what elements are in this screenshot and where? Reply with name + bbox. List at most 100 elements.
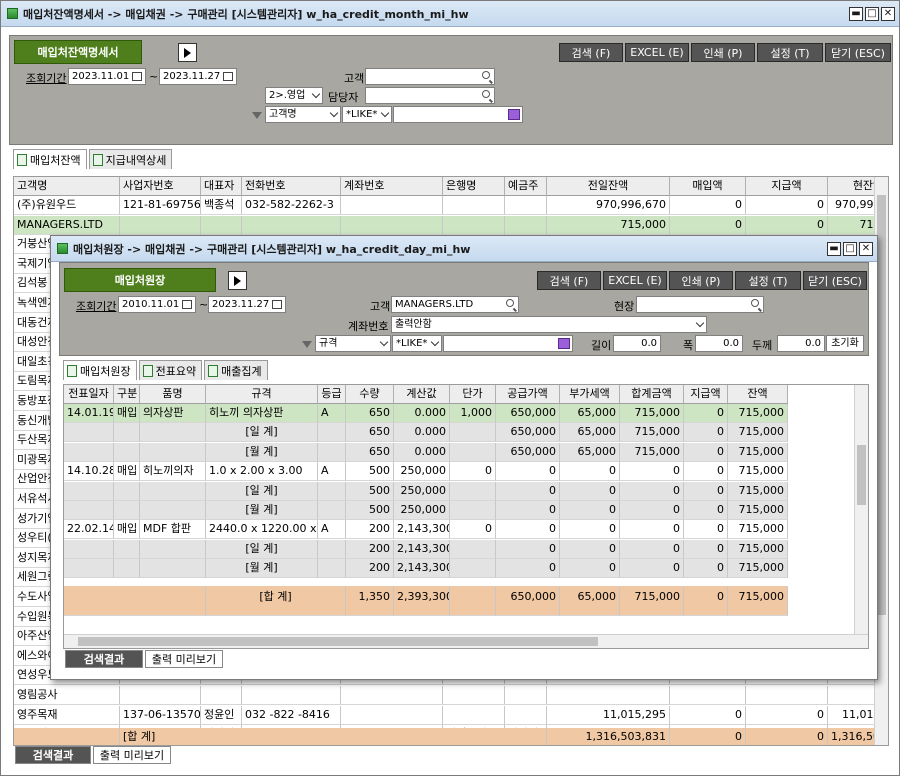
- width-input[interactable]: 0.0: [695, 335, 743, 352]
- table-cell: 0: [620, 520, 684, 540]
- close-button[interactable]: 닫기 (ESC): [803, 271, 867, 290]
- excel-button[interactable]: EXCEL (E): [625, 43, 689, 62]
- form-name-button[interactable]: 매입처잔액명세서: [14, 40, 142, 64]
- filter-icon[interactable]: [252, 112, 262, 119]
- calculator-icon[interactable]: [558, 338, 570, 349]
- filter-field-select[interactable]: 고객명: [265, 106, 341, 123]
- tab-ledger[interactable]: 매입처원장: [63, 360, 137, 380]
- table-cell: 650: [346, 423, 394, 443]
- table-cell: 0: [670, 196, 746, 215]
- date-from-input[interactable]: 2023.11.01: [68, 68, 146, 85]
- tab-balance[interactable]: 매입처잔액: [13, 149, 87, 169]
- scroll-thumb[interactable]: [857, 445, 866, 505]
- subtotal-row[interactable]: [일 계] 200 2,143,300 0 0 0 0 715,000: [64, 539, 788, 559]
- subtotal-row[interactable]: [월 계] 500 250,000 0 0 0 0 715,000: [64, 501, 788, 520]
- filter-value-input[interactable]: [443, 335, 573, 352]
- subtotal-row[interactable]: [월 계] 650 0.000 650,000 65,000 715,000 0 715,00…: [64, 442, 788, 462]
- tab-sales-summary[interactable]: 매출집계: [204, 360, 268, 380]
- table-row[interactable]: MANAGERS.LTD715,00000715,000: [14, 215, 888, 235]
- settings-button[interactable]: 설정 (T): [735, 271, 801, 290]
- tab-search-result[interactable]: 검색결과: [65, 650, 143, 668]
- search-button[interactable]: 검색 (F): [559, 43, 623, 62]
- reset-button[interactable]: 초기화: [826, 335, 864, 352]
- tab-voucher-summary[interactable]: 전표요약: [138, 360, 203, 380]
- table-cell: 0: [684, 559, 728, 579]
- table-row[interactable]: 22.02.14매입MDF 합판2440.0 x 1220.00 x 12A20…: [64, 520, 788, 540]
- form-name-button[interactable]: 매입처원장: [64, 268, 216, 292]
- filter-field-select[interactable]: 규격: [315, 335, 391, 352]
- table-cell: [450, 559, 496, 579]
- filter-op-select[interactable]: *LIKE*: [342, 106, 392, 123]
- calendar-icon[interactable]: [272, 300, 282, 309]
- tab-print-preview[interactable]: 출력 미리보기: [145, 650, 223, 668]
- subtotal-row[interactable]: [월 계] 200 2,143,300 0 0 0 0 715,000: [64, 559, 788, 579]
- main-search-panel: 매입처잔액명세서 검색 (F) EXCEL (E) 인쇄 (P) 설정 (T) …: [9, 35, 893, 145]
- table-row[interactable]: 영주목재 137-06-13570 정윤인 032 -822 -8416 11,015,…: [14, 705, 888, 725]
- table-cell: 0.000: [394, 404, 450, 423]
- tab-payment-detail[interactable]: 지급내역상세: [88, 149, 173, 169]
- maximize-icon[interactable]: □: [843, 241, 857, 256]
- table-row[interactable]: (주)유원우드 121-81-69756 백종석 032-582-2262-3 970,…: [14, 196, 888, 215]
- scroll-thumb[interactable]: [78, 637, 598, 646]
- account-label: 계좌번호: [348, 320, 389, 333]
- print-button[interactable]: 인쇄 (P): [691, 43, 755, 62]
- chevron-down-icon: [311, 89, 321, 99]
- table-row[interactable]: 14.10.28 매입 히노끼의자 1.0 x 2.00 x 3.00 A 500 250,…: [64, 462, 788, 482]
- calendar-icon[interactable]: [182, 300, 192, 309]
- calculator-icon[interactable]: [508, 109, 520, 120]
- table-cell: 715,000: [620, 423, 684, 443]
- thickness-input[interactable]: 0.0: [777, 335, 825, 352]
- tab-search-result[interactable]: 검색결과: [15, 746, 91, 764]
- table-cell: [443, 686, 505, 705]
- search-icon[interactable]: [482, 71, 490, 79]
- table-cell: 1,000: [450, 404, 496, 423]
- vertical-scrollbar[interactable]: [854, 385, 868, 636]
- scroll-thumb[interactable]: [877, 195, 886, 615]
- play-icon[interactable]: [178, 43, 197, 62]
- main-title: 매입처잔액명세서 -> 매입채권 -> 구매관리 [시스템관리자] w_ha_c…: [23, 7, 469, 21]
- customer-input[interactable]: [365, 68, 495, 85]
- excel-button[interactable]: EXCEL (E): [603, 271, 667, 290]
- minimize-icon[interactable]: ▬: [827, 241, 841, 256]
- site-input[interactable]: [636, 296, 764, 313]
- search-icon[interactable]: [482, 90, 490, 98]
- filter-icon[interactable]: [302, 341, 312, 348]
- date-from-input[interactable]: 2010.11.01: [118, 296, 196, 313]
- table-cell: 0: [560, 539, 620, 559]
- search-icon[interactable]: [751, 299, 759, 307]
- table-cell: [64, 423, 114, 443]
- length-input[interactable]: 0.0: [613, 335, 661, 352]
- calendar-icon[interactable]: [132, 72, 142, 81]
- date-to-input[interactable]: 2023.11.27: [208, 296, 286, 313]
- subtotal-row[interactable]: [일 계] 500 250,000 0 0 0 0 715,000: [64, 481, 788, 501]
- minimize-icon[interactable]: ▬: [849, 6, 863, 21]
- close-icon[interactable]: ✕: [881, 6, 895, 21]
- date-to-input[interactable]: 2023.11.27: [159, 68, 237, 85]
- staff-input[interactable]: [365, 87, 495, 104]
- filter-op-select[interactable]: *LIKE*: [392, 335, 442, 352]
- tab-print-preview[interactable]: 출력 미리보기: [93, 746, 171, 764]
- date-to-value: 2023.11.27: [212, 299, 270, 310]
- table-cell: 0: [684, 520, 728, 540]
- table-cell: [114, 481, 140, 501]
- close-icon[interactable]: ✕: [859, 241, 873, 256]
- dept-select[interactable]: 2>.영업: [265, 87, 323, 104]
- table-row[interactable]: 14.01.19 매입 의자상판 히노끼 의자상판 A 650 0.000 1,000 650,…: [64, 404, 788, 423]
- horizontal-scrollbar[interactable]: [64, 634, 868, 648]
- account-select[interactable]: 출력안함: [391, 316, 707, 333]
- print-button[interactable]: 인쇄 (P): [669, 271, 733, 290]
- column-header: 합계금액: [620, 385, 684, 404]
- maximize-icon[interactable]: □: [865, 6, 879, 21]
- calendar-icon[interactable]: [223, 72, 233, 81]
- settings-button[interactable]: 설정 (T): [757, 43, 823, 62]
- search-icon[interactable]: [506, 299, 514, 307]
- subtotal-row[interactable]: [일 계] 650 0.000 650,000 65,000 715,000 0 715,00…: [64, 423, 788, 443]
- customer-input[interactable]: MANAGERS.LTD: [391, 296, 519, 313]
- filter-value-input[interactable]: [393, 106, 523, 123]
- close-button[interactable]: 닫기 (ESC): [825, 43, 891, 62]
- table-cell: [64, 559, 114, 579]
- search-button[interactable]: 검색 (F): [537, 271, 601, 290]
- play-icon[interactable]: [228, 271, 247, 290]
- column-header: 수량: [346, 385, 394, 404]
- table-row[interactable]: 영림공사: [14, 686, 888, 705]
